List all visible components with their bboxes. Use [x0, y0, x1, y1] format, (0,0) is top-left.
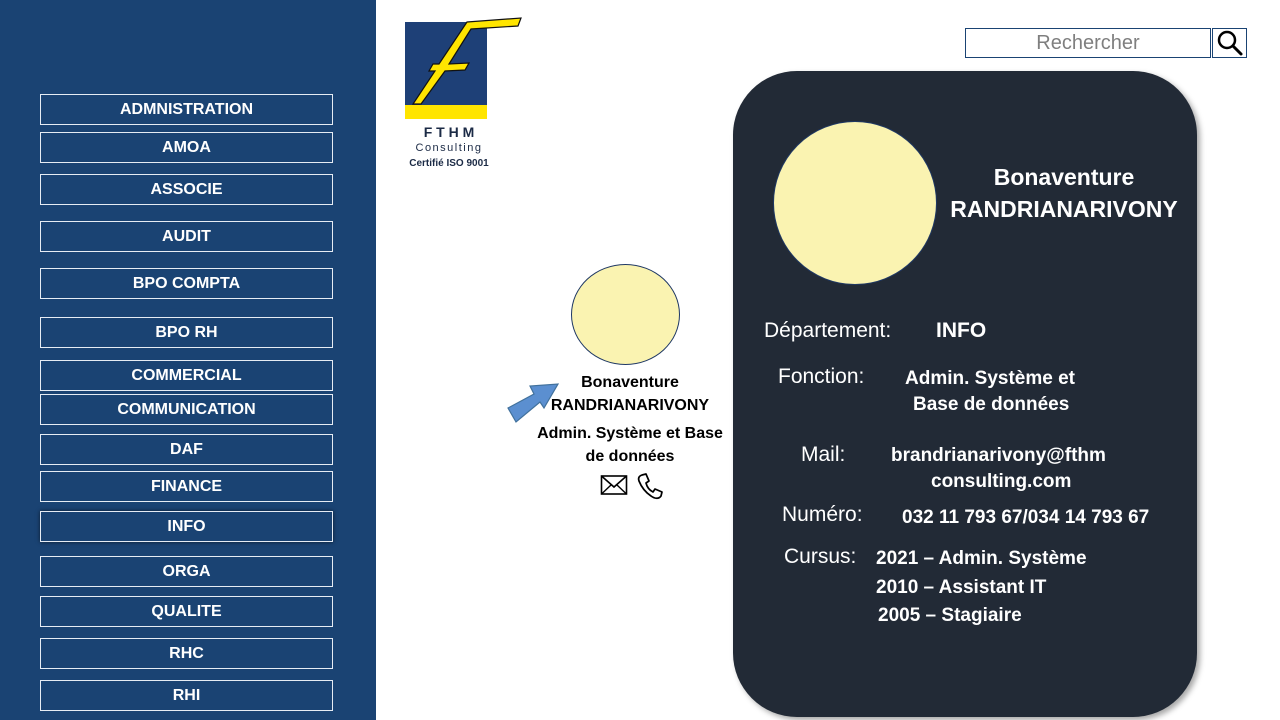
- detail-first-name: Bonaventure: [993, 164, 1135, 190]
- dept-button-audit[interactable]: AUDIT: [40, 221, 333, 252]
- mail-value-line2[interactable]: consulting.com: [931, 469, 1071, 495]
- dept-button-amoa[interactable]: AMOA: [40, 132, 333, 163]
- company-logo: F T H M Consulting Certifié ISO 9001: [405, 17, 522, 169]
- number-label: Numéro:: [782, 503, 863, 526]
- cursus-item: 2010 – Assistant IT: [876, 577, 1047, 598]
- dept-button-bpo-rh[interactable]: BPO RH: [40, 317, 333, 348]
- employee-first-name: Bonaventure: [581, 374, 679, 391]
- function-value-line2: Base de données: [913, 394, 1070, 415]
- employee-function-line1: Admin. Système et Base: [537, 425, 723, 442]
- dept-button-rhi[interactable]: RHI: [40, 680, 333, 711]
- dept-button-info[interactable]: INFO: [40, 511, 333, 542]
- cursus-label: Cursus:: [784, 545, 857, 568]
- dept-button-daf[interactable]: DAF: [40, 434, 333, 465]
- logo-band: [405, 105, 487, 119]
- function-value-line1: Admin. Système et: [905, 368, 1075, 389]
- department-value: INFO: [936, 319, 987, 342]
- dept-button-associe[interactable]: ASSOCIE: [40, 174, 333, 205]
- mail-label: Mail:: [801, 443, 846, 466]
- mail-value-line1[interactable]: brandrianarivony@fthm: [891, 443, 1106, 469]
- employee-last-name: RANDRIANARIVONY: [550, 397, 710, 414]
- dept-button-communication[interactable]: COMMUNICATION: [40, 394, 333, 425]
- logo-sub: Consulting: [416, 142, 483, 154]
- dept-button-administration[interactable]: ADMNISTRATION: [40, 94, 333, 125]
- dept-button-qualite[interactable]: QUALITE: [40, 596, 333, 627]
- dept-button-bpo-compta[interactable]: BPO COMPTA: [40, 268, 333, 299]
- search-input[interactable]: Rechercher: [965, 28, 1211, 58]
- phone-icon[interactable]: [636, 472, 664, 500]
- cursus-item: 2021 – Admin. Système: [876, 548, 1087, 569]
- detail-last-name: RANDRIANARIVONY: [950, 196, 1178, 222]
- department-sidebar: ADMNISTRATION AMOA ASSOCIE AUDIT BPO COM…: [0, 0, 376, 720]
- dept-button-commercial[interactable]: COMMERCIAL: [40, 360, 333, 391]
- employee-function-line2: de données: [585, 448, 675, 465]
- mail-icon[interactable]: [600, 474, 628, 496]
- employee-detail-panel: Bonaventure RANDRIANARIVONY Département:…: [733, 71, 1197, 717]
- dept-button-finance[interactable]: FINANCE: [40, 471, 333, 502]
- employee-card[interactable]: Bonaventure RANDRIANARIVONY Admin. Systè…: [530, 262, 730, 512]
- detail-avatar: [773, 121, 937, 285]
- number-value: 032 11 793 67/034 14 793 67: [902, 507, 1150, 528]
- dept-button-rhc[interactable]: RHC: [40, 638, 333, 669]
- logo-name: F T H M: [424, 124, 475, 140]
- department-label: Département:: [764, 319, 892, 342]
- detail-name: Bonaventure RANDRIANARIVONY: [939, 161, 1189, 225]
- search-button[interactable]: [1212, 28, 1247, 58]
- cursus-item: 2005 – Stagiaire: [878, 605, 1022, 626]
- function-label: Fonction:: [778, 365, 865, 388]
- search-icon: [1217, 30, 1242, 56]
- logo-cert: Certifié ISO 9001: [409, 158, 489, 169]
- dept-button-orga[interactable]: ORGA: [40, 556, 333, 587]
- employee-avatar[interactable]: [571, 264, 680, 365]
